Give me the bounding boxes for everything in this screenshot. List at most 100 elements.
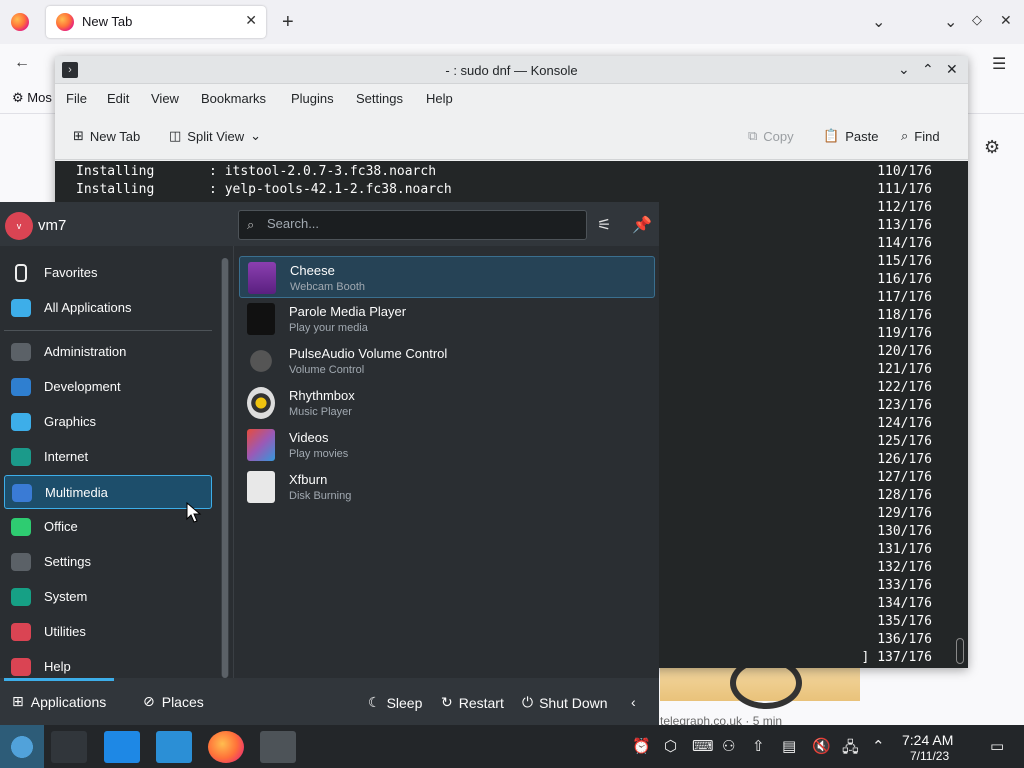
restart-button[interactable]: ↻ Restart — [441, 694, 504, 711]
tray-expand-icon[interactable]: ⌃ — [872, 737, 885, 755]
progress-count: 116/176 — [877, 272, 932, 287]
category-office[interactable]: Office — [4, 510, 212, 544]
multimedia-icon — [12, 484, 32, 502]
network-icon[interactable]: 🖧 — [842, 737, 859, 762]
search-input[interactable] — [267, 216, 567, 231]
find-button[interactable]: ⌕ Find — [901, 128, 940, 144]
help-icon — [11, 658, 31, 676]
new-tab-plus-icon[interactable]: + — [282, 11, 294, 34]
minimize-icon[interactable]: ⌄ — [944, 12, 957, 32]
terminal-line: Installing : yelp-tools-42.1-2.fc38.noar… — [76, 182, 452, 197]
app-pulseaudio-volume-control[interactable]: PulseAudio Volume Control Volume Control — [239, 340, 655, 382]
progress-count: 131/176 — [877, 542, 932, 557]
bookmark-label: Mos — [27, 90, 52, 105]
category-graphics[interactable]: Graphics — [4, 405, 212, 439]
hamburger-menu-icon[interactable]: ☰ — [992, 54, 1006, 74]
paste-button[interactable]: 📋 Paste — [823, 128, 878, 144]
new-tab-button[interactable]: ⊞ New Tab — [73, 128, 140, 144]
close-icon[interactable]: ✕ — [946, 61, 958, 78]
clock-date[interactable]: 7/11/23 — [910, 749, 949, 763]
notifications-icon[interactable]: ⏰ — [632, 737, 651, 755]
office-icon — [11, 518, 31, 536]
close-window-icon[interactable]: ✕ — [1000, 12, 1012, 29]
fedora-launcher-icon[interactable] — [4, 731, 40, 763]
new-tab-icon: ⊞ — [73, 128, 84, 143]
category-settings[interactable]: Settings — [4, 545, 212, 579]
restart-icon: ↻ — [441, 694, 453, 710]
chevron-down-icon[interactable]: ⌄ — [250, 128, 261, 144]
category-all-applications[interactable]: All Applications — [4, 291, 212, 325]
system-settings-taskbar-icon[interactable] — [51, 731, 87, 763]
power-icon: ⏻ — [522, 694, 534, 710]
category-system[interactable]: System — [4, 580, 212, 614]
app-cheese[interactable]: Cheese Webcam Booth — [239, 256, 655, 298]
package-icon[interactable]: ⬡ — [664, 737, 677, 755]
menu-file[interactable]: File — [66, 91, 87, 106]
split-view-button[interactable]: ◫ Split View ⌄ — [169, 128, 261, 144]
category-internet[interactable]: Internet — [4, 440, 212, 474]
leave-chevron-icon[interactable]: ‹ — [631, 694, 636, 710]
maximize-icon[interactable]: ◇ — [972, 12, 982, 28]
app-rhythmbox[interactable]: Rhythmbox Music Player — [239, 382, 655, 424]
news-card-image[interactable] — [660, 657, 860, 709]
search-box[interactable]: ⌕ — [238, 210, 587, 240]
firefox-tab-title: New Tab — [82, 14, 133, 29]
volume-muted-icon[interactable]: 🔇 — [812, 737, 831, 755]
avatar[interactable]: v — [5, 212, 33, 240]
app-parole-media-player[interactable]: Parole Media Player Play your media — [239, 298, 655, 340]
connect-icon[interactable]: ⚇ — [722, 737, 735, 755]
clock-time[interactable]: 7:24 AM — [902, 732, 953, 748]
category-label: Favorites — [44, 265, 98, 280]
customize-gear-icon[interactable]: ⚙ — [984, 137, 1000, 158]
menu-view[interactable]: View — [151, 91, 179, 106]
app-videos[interactable]: Videos Play movies — [239, 424, 655, 466]
minimize-icon[interactable]: ⌄ — [898, 61, 910, 78]
category-development[interactable]: Development — [4, 370, 212, 404]
shutdown-button[interactable]: ⏻ Shut Down — [522, 694, 608, 711]
menu-plugins[interactable]: Plugins — [291, 91, 334, 106]
category-utilities[interactable]: Utilities — [4, 615, 212, 649]
clipboard-icon[interactable]: ▤ — [782, 737, 796, 755]
progress-count: 130/176 — [877, 524, 932, 539]
category-label: All Applications — [44, 300, 132, 315]
sleep-button[interactable]: ☾ Sleep — [368, 694, 422, 711]
app-xfburn[interactable]: Xfburn Disk Burning — [239, 466, 655, 508]
tab-places[interactable]: ⊘ Places — [143, 693, 204, 710]
pin-icon[interactable]: 📌 — [632, 215, 652, 235]
menu-bookmarks[interactable]: Bookmarks — [201, 91, 266, 106]
category-scrollbar[interactable] — [221, 258, 229, 678]
close-tab-icon[interactable]: ✕ — [245, 12, 257, 29]
show-desktop-icon[interactable]: ▭ — [990, 737, 1004, 755]
discover-taskbar-icon[interactable] — [104, 731, 140, 763]
firefox-logo-icon[interactable] — [11, 13, 29, 31]
category-favorites[interactable]: Favorites — [4, 256, 212, 290]
configure-sliders-icon[interactable]: ⚟ — [597, 215, 611, 235]
konsole-taskbar-icon[interactable] — [260, 731, 296, 763]
menu-settings[interactable]: Settings — [356, 91, 403, 106]
tab-applications[interactable]: ⊞ Applications — [12, 693, 106, 710]
updates-icon[interactable]: ⇧ — [752, 737, 765, 755]
konsole-titlebar[interactable]: › - : sudo dnf — Konsole ⌄ ⌃ ✕ — [55, 56, 968, 84]
copy-button[interactable]: ⧉ Copy — [748, 128, 794, 144]
category-label: Multimedia — [45, 485, 108, 500]
system-icon — [11, 588, 31, 606]
menu-edit[interactable]: Edit — [107, 91, 129, 106]
maximize-icon[interactable]: ⌃ — [922, 61, 934, 78]
globe-icon — [11, 448, 31, 466]
terminal-scrollbar[interactable] — [956, 638, 964, 664]
firefox-tab[interactable]: New Tab ✕ — [46, 6, 266, 38]
keyboard-icon[interactable]: ⌨ — [692, 737, 714, 755]
category-multimedia[interactable]: Multimedia — [4, 475, 212, 509]
toolbox-icon — [11, 623, 31, 641]
firefox-taskbar-icon[interactable] — [208, 731, 244, 763]
firefox-tab-bar: New Tab ✕ + ⌄ ⌄ ◇ ✕ — [0, 0, 1024, 44]
list-tabs-chevron-icon[interactable]: ⌄ — [872, 12, 885, 32]
category-administration[interactable]: Administration — [4, 335, 212, 369]
bookmark-item[interactable]: ⚙ Mos — [12, 90, 52, 106]
progress-count: ] 137/176 — [861, 650, 932, 665]
progress-count: 122/176 — [877, 380, 932, 395]
file-manager-taskbar-icon[interactable] — [156, 731, 192, 763]
back-arrow-icon[interactable]: ← — [14, 54, 30, 72]
progress-count: 126/176 — [877, 452, 932, 467]
menu-help[interactable]: Help — [426, 91, 453, 106]
